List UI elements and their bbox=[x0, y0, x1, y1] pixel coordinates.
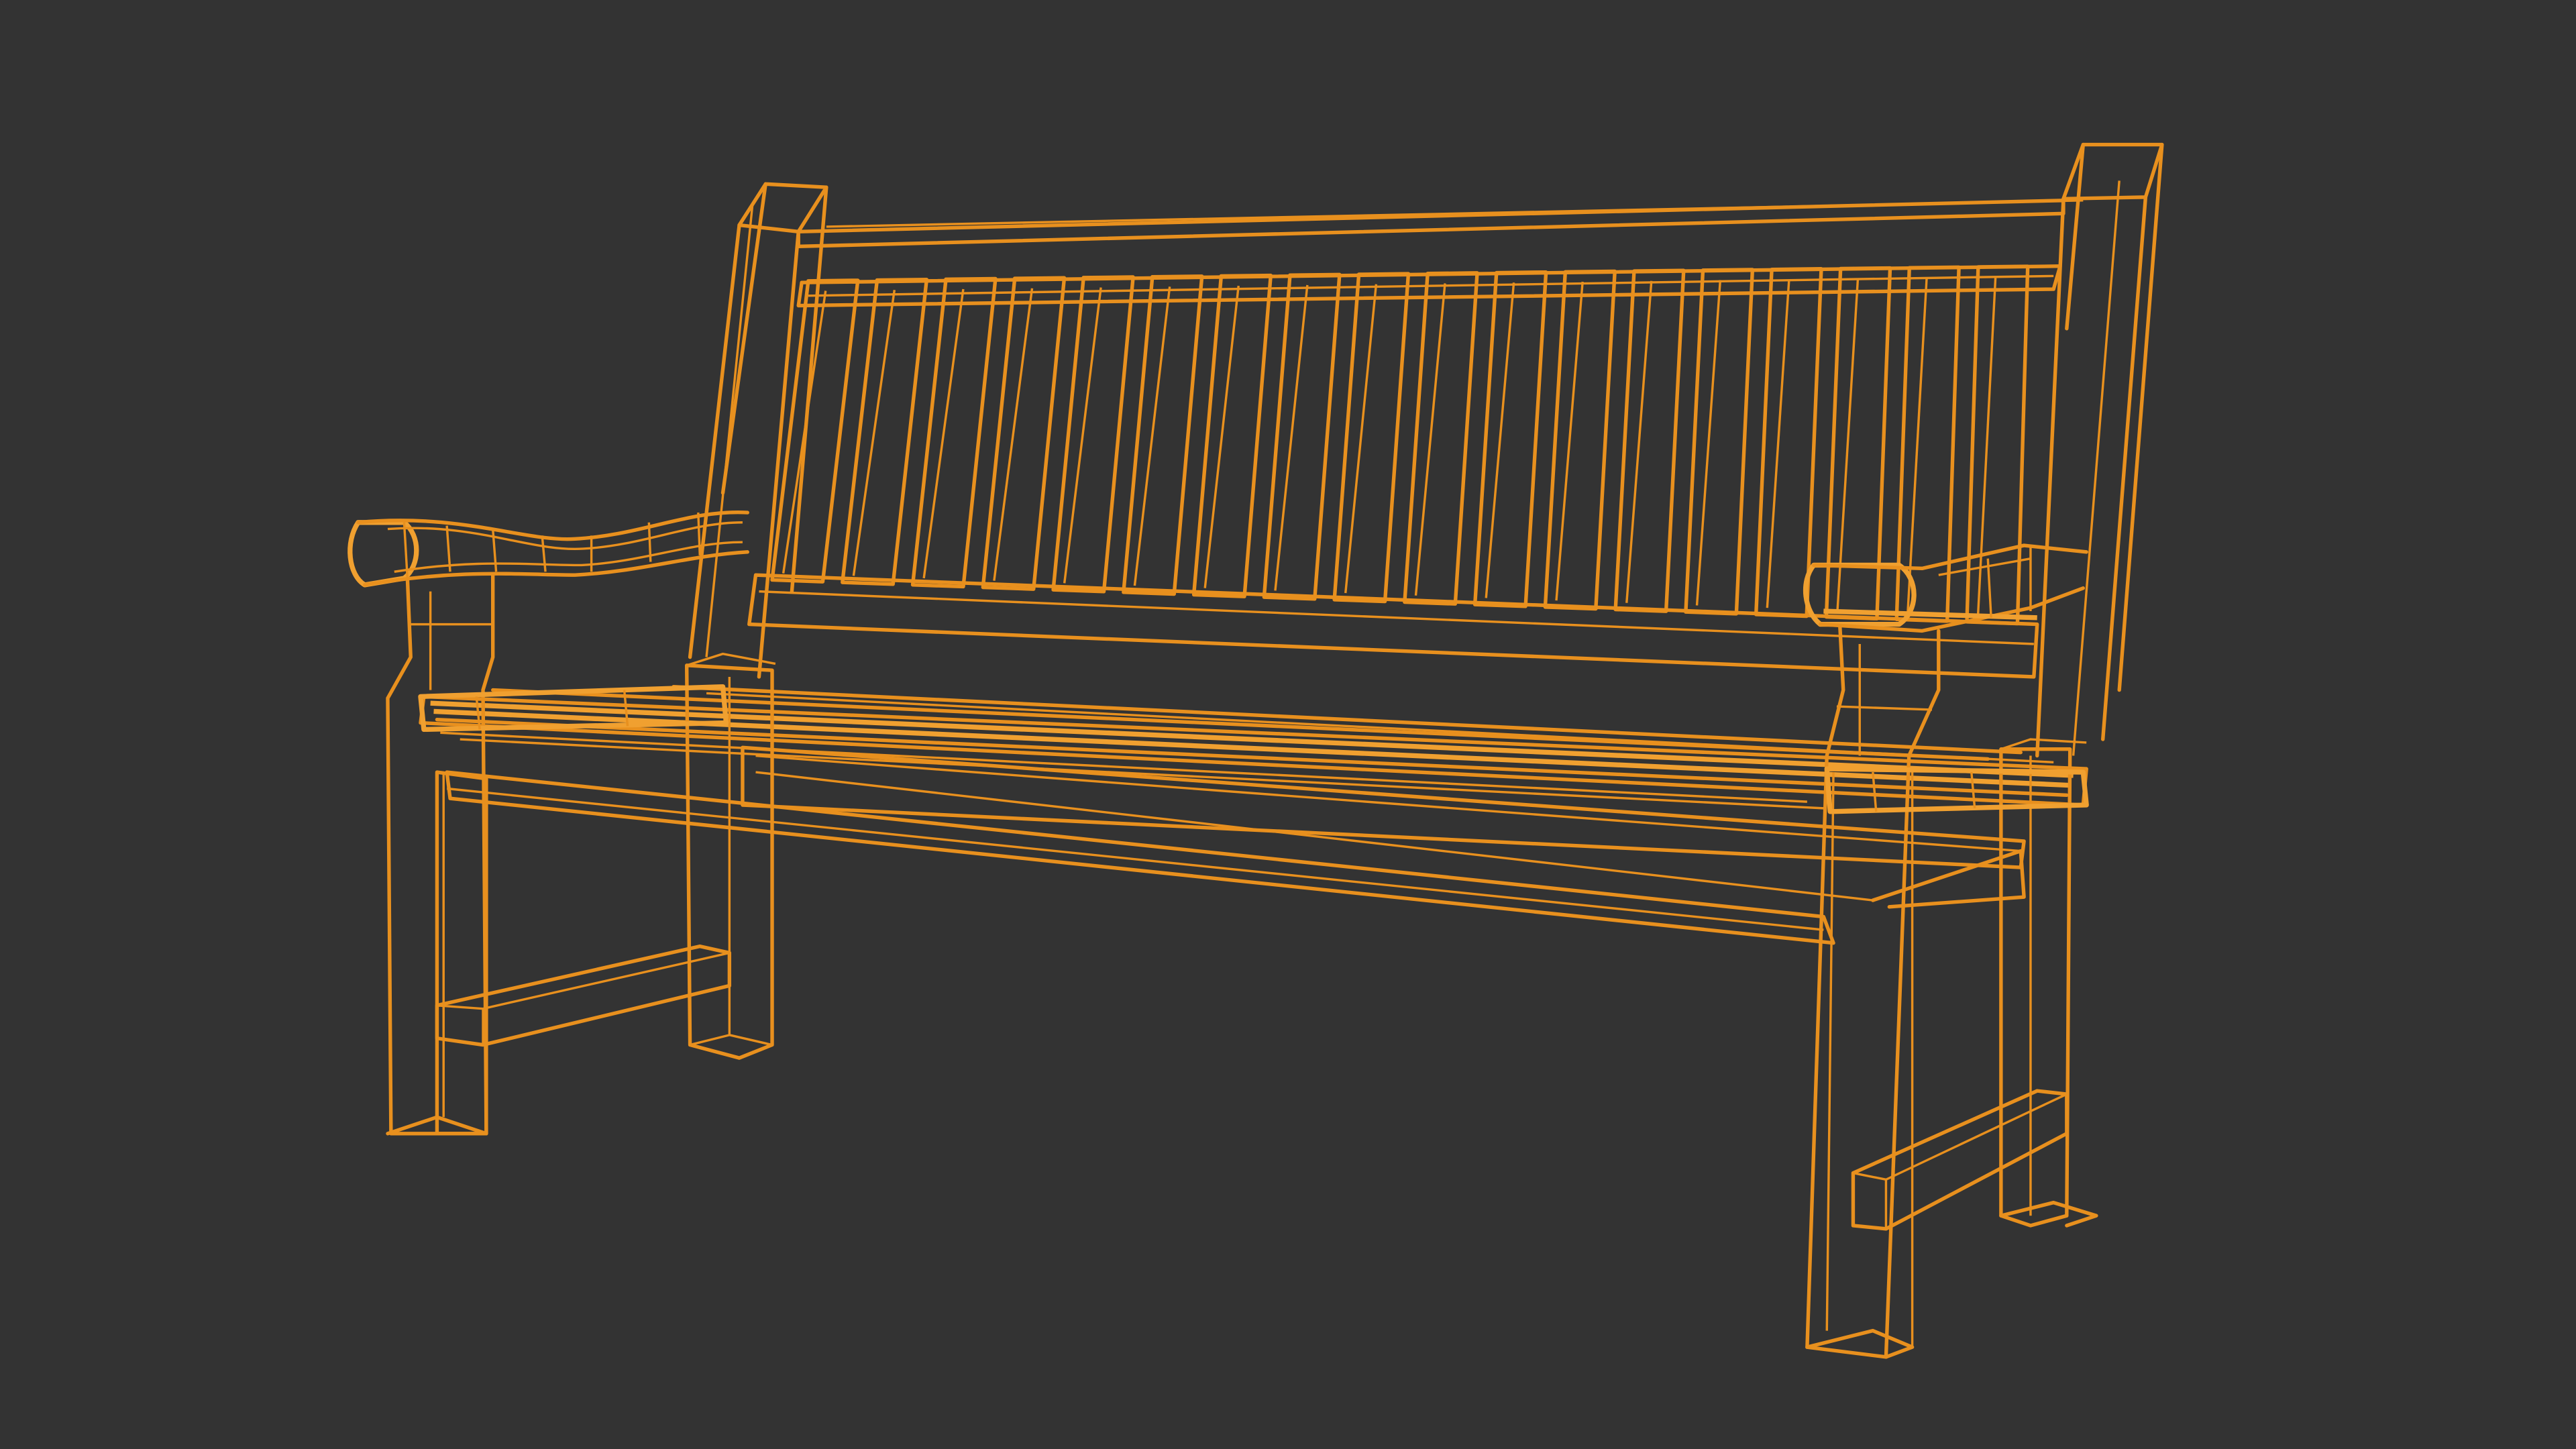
back-slat bbox=[1965, 264, 2030, 626]
back-slat-edge bbox=[1203, 285, 1240, 588]
right-arm-support bbox=[1805, 625, 1941, 1359]
3d-viewport[interactable] bbox=[0, 0, 2576, 1449]
back-slat-edge bbox=[1274, 284, 1309, 591]
bench-wireframe bbox=[347, 142, 2164, 1359]
left-arm-support bbox=[386, 573, 495, 1136]
back-slat-edge bbox=[1836, 278, 1860, 610]
right-back-post bbox=[2035, 142, 2164, 758]
back-slat bbox=[841, 277, 929, 586]
left-side-stretcher bbox=[435, 944, 732, 1047]
back-slats bbox=[770, 264, 2030, 626]
back-slat bbox=[1122, 274, 1204, 596]
left-armrest bbox=[347, 510, 749, 588]
right-back-leg bbox=[1999, 738, 2098, 1228]
back-slat-edge bbox=[1344, 284, 1378, 594]
back-slat bbox=[910, 276, 998, 589]
back-slat-edge bbox=[1485, 282, 1515, 598]
back-slat bbox=[1051, 275, 1135, 594]
seat-slats bbox=[419, 684, 2088, 810]
wireframe-geometry bbox=[347, 142, 2164, 1359]
left-back-post bbox=[688, 182, 828, 679]
back-slat bbox=[1191, 273, 1273, 598]
back-slat bbox=[1684, 268, 1755, 616]
back-slat-edge bbox=[1907, 277, 1928, 613]
back-slat-edge bbox=[1133, 286, 1171, 586]
back-slat bbox=[981, 276, 1067, 591]
back-slat-edge bbox=[1414, 283, 1446, 596]
top-rail bbox=[796, 199, 2084, 249]
back-slat bbox=[1613, 268, 1686, 613]
back-slat bbox=[1262, 272, 1342, 601]
